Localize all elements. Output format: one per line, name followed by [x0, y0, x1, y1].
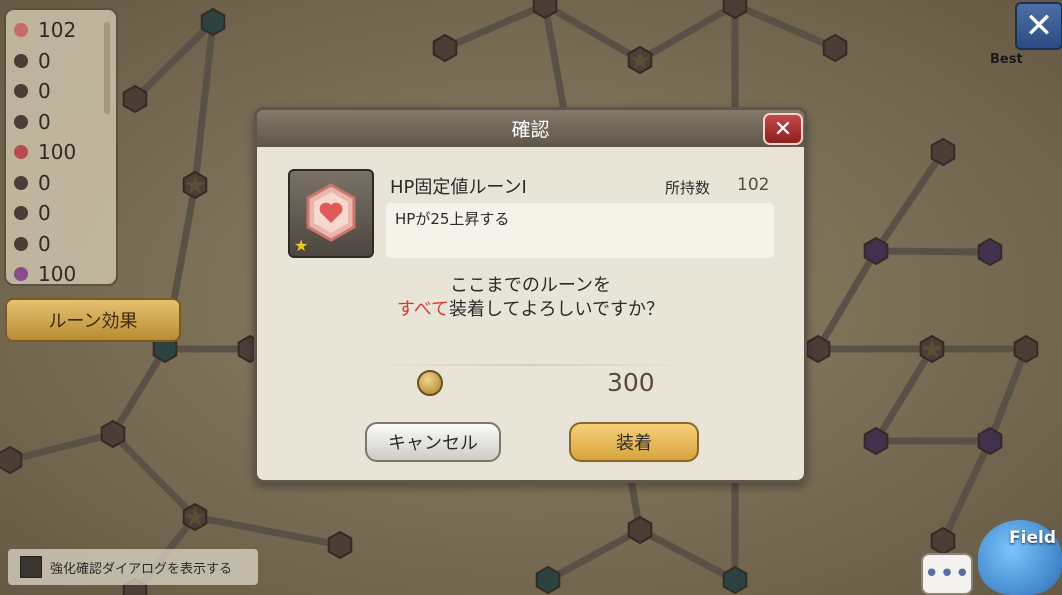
rune-node-icon[interactable]: [863, 426, 889, 456]
rune-name: HP固定値ルーンⅠ: [390, 177, 527, 198]
rune-node-icon[interactable]: [863, 236, 889, 266]
rune-node-icon[interactable]: [930, 137, 956, 167]
rune-count: 0: [38, 201, 51, 225]
confirm-dialog-toggle[interactable]: 強化確認ダイアログを表示する: [8, 549, 258, 585]
chat-dots: •••: [923, 559, 970, 589]
rune-node-icon[interactable]: [977, 426, 1003, 456]
rune-description: HPが25上昇する: [395, 210, 510, 228]
equip-button[interactable]: 装着: [569, 422, 699, 462]
owned-label: 所持数: [665, 179, 711, 197]
rune-count: 0: [38, 109, 51, 134]
cancel-button[interactable]: キャンセル: [365, 422, 501, 462]
rune-gem-icon: [14, 23, 28, 37]
rune-node-icon[interactable]: [627, 515, 653, 545]
question-highlight: すべて: [397, 299, 450, 320]
question-line-2: すべて装着してよろしいですか？: [257, 298, 804, 322]
rune-node-icon[interactable]: [722, 565, 748, 595]
rune-list-item[interactable]: 0: [14, 77, 51, 105]
rune-list-item[interactable]: 102: [14, 16, 76, 44]
rune-gem-icon: [14, 267, 28, 281]
rune-node-icon[interactable]: [822, 33, 848, 63]
rune-count: 0: [38, 231, 51, 256]
field-button[interactable]: Field: [978, 520, 1062, 595]
confirm-question: ここまでのルーンを すべて装着してよろしいですか？: [257, 274, 804, 322]
rune-count: 0: [38, 170, 51, 195]
rune-count: 100: [38, 140, 77, 164]
rune-list-item[interactable]: 100: [14, 138, 76, 166]
checkbox[interactable]: [20, 556, 42, 578]
rune-node-icon[interactable]: [535, 565, 561, 595]
rune-node-icon[interactable]: [977, 237, 1003, 267]
rune-node-icon[interactable]: [0, 445, 23, 475]
owned-count: 102: [737, 175, 770, 195]
rune-gem-icon: [14, 84, 28, 98]
rune-list-item[interactable]: 0: [14, 47, 51, 75]
rarity-star-icon: ★: [294, 236, 309, 255]
star-node-icon[interactable]: ★: [628, 46, 651, 76]
rune-gem-icon: [14, 236, 28, 251]
field-label: Field: [1009, 528, 1056, 548]
rune-effect-label: ルーン効果: [48, 311, 138, 332]
close-icon[interactable]: ✕: [1015, 2, 1062, 50]
rune-node-icon[interactable]: [200, 7, 226, 37]
equip-label: 装着: [616, 433, 652, 454]
star-node-icon[interactable]: ★: [183, 171, 206, 201]
rune-inventory-list[interactable]: 102 0 0 0 100 0 0 0 100: [4, 8, 118, 286]
rune-gem-icon: [14, 114, 28, 129]
confirm-toggle-label: 強化確認ダイアログを表示する: [50, 561, 233, 577]
dialog-close-button[interactable]: ✕: [763, 113, 803, 145]
rune-list-item[interactable]: 0: [14, 230, 51, 258]
coin-icon: [417, 370, 443, 396]
scrollbar[interactable]: [104, 22, 110, 114]
star-node-icon[interactable]: ★: [183, 503, 206, 533]
rune-list-item[interactable]: 0: [14, 199, 51, 227]
rune-count: 100: [38, 262, 77, 286]
question-line-1: ここまでのルーンを: [449, 275, 612, 296]
rune-node-icon[interactable]: [327, 530, 353, 560]
rune-list-item[interactable]: 0: [14, 108, 51, 136]
dialog-header: 確認: [257, 110, 804, 147]
rune-effect-button[interactable]: ルーン効果: [5, 298, 181, 342]
rune-node-icon[interactable]: [930, 526, 956, 556]
heart-hexagon-icon: ★: [288, 169, 374, 258]
rune-count: 0: [38, 79, 51, 103]
confirm-dialog: 確認 ✕ ★ HP固定値ルーンⅠ 所持数 102 HPが25上昇する ここまでの…: [254, 107, 807, 483]
rune-node-icon[interactable]: [122, 84, 148, 114]
dialog-title: 確認: [511, 119, 550, 141]
rune-gem-icon: [14, 206, 28, 220]
rune-count: 102: [38, 18, 77, 42]
cost-value: 300: [607, 368, 655, 397]
cancel-label: キャンセル: [388, 433, 478, 454]
star-node-icon[interactable]: ★: [920, 335, 943, 365]
divider: [369, 364, 689, 366]
rune-node-icon[interactable]: [805, 334, 831, 364]
rune-gem-icon: [14, 175, 28, 190]
rune-gem-icon: [14, 145, 28, 159]
rune-node-icon[interactable]: [100, 419, 126, 449]
best-label: Best: [990, 52, 1023, 67]
rune-count: 0: [38, 48, 51, 73]
close-icon: ✕: [773, 116, 793, 142]
rune-description-box: HPが25上昇する: [386, 203, 774, 258]
question-line-2-rest: 装着してよろしいですか？: [449, 299, 664, 320]
rune-gem-icon: [14, 53, 28, 68]
chat-bubble-icon[interactable]: •••: [921, 553, 973, 595]
rune-list-item[interactable]: 0: [14, 169, 51, 197]
rune-node-icon[interactable]: [1013, 334, 1039, 364]
rune-list-item[interactable]: 100: [14, 260, 77, 286]
rune-node-icon[interactable]: [432, 33, 458, 63]
